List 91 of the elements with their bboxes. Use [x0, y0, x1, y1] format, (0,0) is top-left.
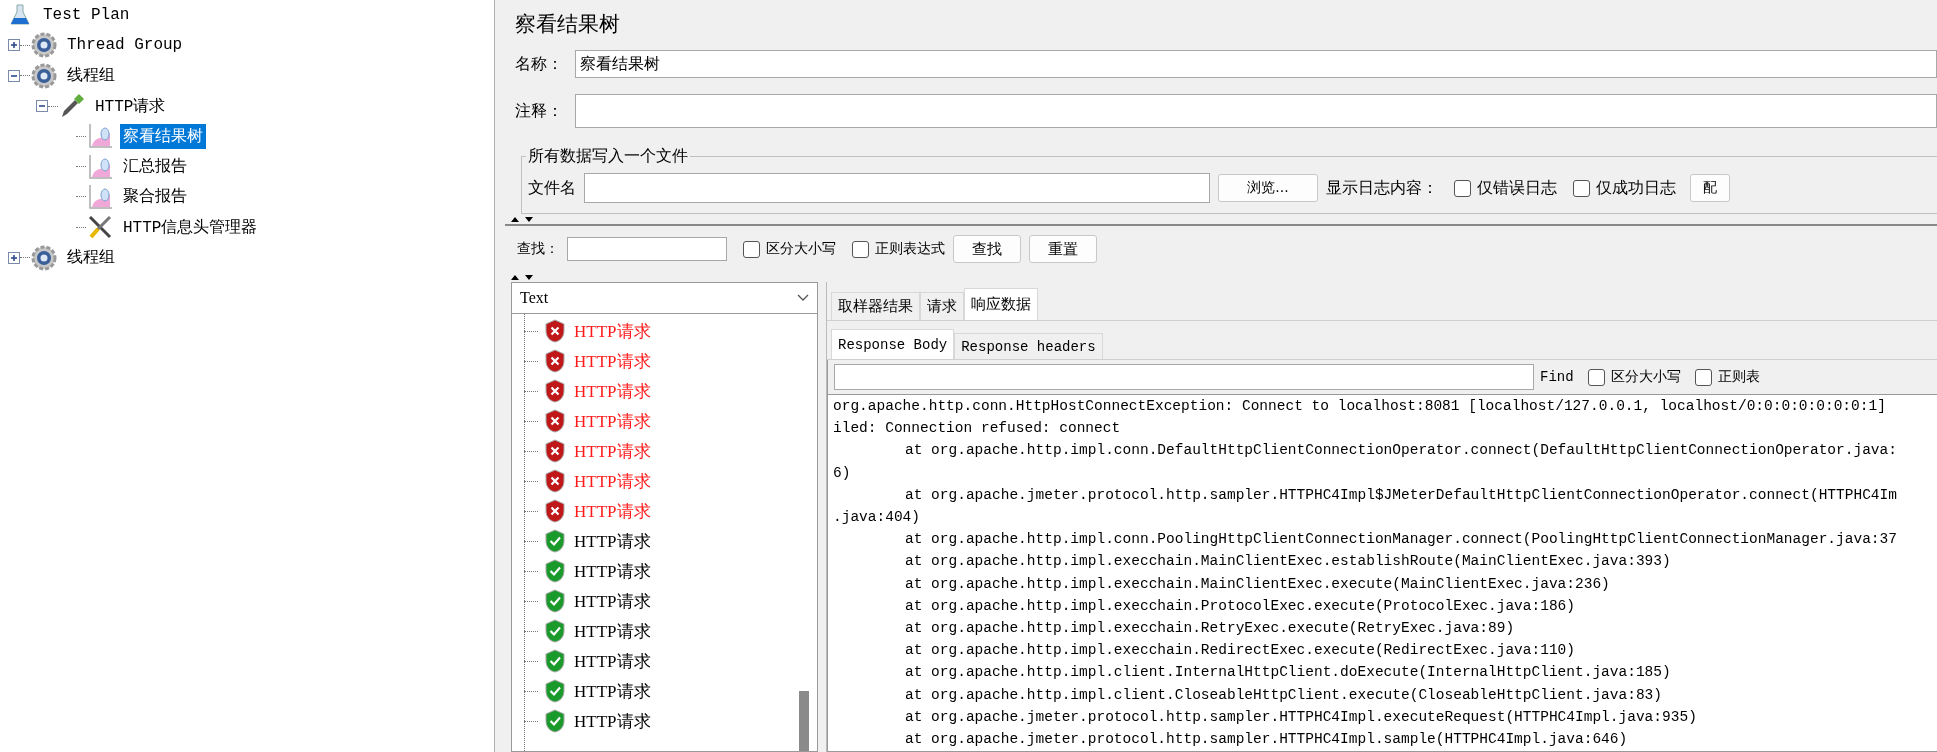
- checkbox-label: 正则表: [1717, 368, 1760, 386]
- splitter-arrows-icon[interactable]: [511, 273, 535, 281]
- result-item[interactable]: HTTP请求: [574, 409, 651, 433]
- config-button[interactable]: 配: [1690, 174, 1730, 202]
- code-line: .java:404): [833, 508, 921, 527]
- tree-item[interactable]: HTTP信息头管理器: [120, 214, 261, 240]
- result-item[interactable]: HTTP请求: [574, 439, 651, 463]
- checkbox-label: 仅错误日志: [1477, 177, 1557, 199]
- result-item[interactable]: HTTP请求: [574, 679, 651, 703]
- renderer-dropdown[interactable]: Text: [512, 283, 817, 314]
- gear-icon: [31, 62, 57, 89]
- search-button[interactable]: 查找: [953, 235, 1021, 263]
- expander-icon[interactable]: [8, 69, 20, 82]
- code-line: at org.apache.jmeter.protocol.http.sampler.HTTPHC4Impl.executeRequest(HTTPHC4Impl.java:935): [904, 707, 1698, 727]
- tree-item[interactable]: 线程组: [64, 245, 118, 270]
- result-item[interactable]: HTTP请求: [574, 319, 651, 343]
- chevron-icon: [797, 294, 809, 302]
- code-line: 6): [833, 463, 852, 483]
- gear-icon: [31, 32, 57, 59]
- splitter-arrows-icon[interactable]: [511, 215, 535, 223]
- gear-icon: [31, 244, 57, 271]
- checkbox[interactable]: [1573, 179, 1590, 197]
- file-name-field[interactable]: [584, 173, 1210, 203]
- tree-item[interactable]: Test Plan: [40, 4, 133, 27]
- browse-button[interactable]: 浏览...: [1218, 174, 1318, 202]
- checkbox[interactable]: [1587, 368, 1605, 386]
- checkbox[interactable]: [852, 240, 869, 258]
- tab[interactable]: Response Body: [831, 329, 955, 359]
- comment-field[interactable]: [575, 94, 1937, 128]
- name-field[interactable]: 察看结果树: [575, 50, 1937, 78]
- code-line: at org.apache.jmeter.protocol.http.sampler.HTTPHC4Impl$JMeterDefaultHttpClientConnectionOperator.connect(HTTPHC4Im: [904, 485, 1898, 505]
- search-field[interactable]: [567, 237, 727, 261]
- tools-icon: [87, 214, 113, 241]
- log-label: 显示日志内容：: [1326, 177, 1438, 199]
- find-label: Find: [1540, 369, 1574, 385]
- checkbox-label: 正则表达式: [875, 240, 945, 258]
- result-item[interactable]: HTTP请求: [574, 589, 651, 613]
- result-item[interactable]: HTTP请求: [574, 529, 651, 553]
- result-item[interactable]: HTTP请求: [574, 619, 651, 643]
- code-line: at org.apache.http.impl.conn.DefaultHttpClientConnectionOperator.connect(DefaultHttpClientConnectionOperator.java:: [904, 441, 1898, 461]
- checkbox[interactable]: [1694, 368, 1712, 386]
- code-line: org.apache.http.conn.HttpHostConnectException: Connect to localhost:8081 [localhost/127.0.0.1, localhost/0:0:0:0:0:0:0:1]: [833, 397, 1887, 416]
- result-item[interactable]: HTTP请求: [574, 469, 651, 493]
- checkbox-label: 区分大小写: [1610, 368, 1681, 386]
- result-item[interactable]: HTTP请求: [574, 349, 651, 373]
- result-item[interactable]: HTTP请求: [574, 709, 651, 733]
- checkbox[interactable]: [743, 240, 760, 258]
- tree-item[interactable]: 察看结果树: [120, 123, 206, 149]
- code-line: at org.apache.http.impl.conn.PoolingHttpClientConnectionManager.connect(PoolingHttpClientConnectionManager.java:37: [904, 530, 1898, 550]
- tree-item[interactable]: 聚合报告: [120, 184, 190, 210]
- code-line: at org.apache.http.impl.execchain.RedirectExec.execute(RedirectExec.java:110): [904, 641, 1576, 661]
- code-line: at org.apache.http.impl.client.InternalHttpClient.doExecute(InternalHttpClient.java:185): [904, 663, 1672, 683]
- chart-icon: [88, 153, 112, 180]
- search-button[interactable]: 重置: [1029, 235, 1097, 263]
- expander-icon[interactable]: [8, 39, 20, 52]
- result-item[interactable]: HTTP请求: [574, 559, 651, 583]
- result-item[interactable]: HTTP请求: [574, 379, 651, 403]
- code-line: at org.apache.jmeter.protocol.http.sampler.HTTPHC4Impl.sample(HTTPHC4Impl.java:646): [904, 730, 1629, 750]
- code-line: at org.apache.http.impl.execchain.MainClientExec.execute(MainClientExec.java:236): [904, 574, 1611, 594]
- name-label: 名称：: [515, 53, 564, 75]
- expander-icon[interactable]: [8, 251, 20, 264]
- tree-item[interactable]: 汇总报告: [120, 154, 190, 180]
- checkbox-label: 仅成功日志: [1596, 177, 1676, 199]
- code-line: at org.apache.http.impl.execchain.ProtocolExec.execute(ProtocolExec.java:186): [904, 596, 1576, 616]
- pipette-icon: [59, 93, 85, 120]
- panel-title: 察看结果树: [514, 11, 621, 38]
- flask-icon: [10, 3, 30, 28]
- comment-label: 注释：: [515, 100, 564, 122]
- code-line: at org.apache.http.impl.execchain.RetryExec.execute(RetryExec.java:89): [904, 619, 1516, 639]
- find-field[interactable]: [834, 364, 1534, 390]
- result-item[interactable]: HTTP请求: [574, 499, 651, 523]
- tree-item[interactable]: HTTP请求: [92, 93, 169, 119]
- tab[interactable]: 请求: [920, 292, 964, 320]
- tab[interactable]: Response headers: [954, 333, 1103, 359]
- tree-item[interactable]: 线程组: [64, 63, 118, 89]
- tab[interactable]: 取样器结果: [831, 292, 920, 320]
- code-line: at org.apache.http.impl.execchain.MainClientExec.establishRoute(MainClientExec.java:393): [904, 552, 1672, 572]
- group-title: 所有数据写入一个文件: [526, 146, 690, 167]
- code-line: iled: Connection refused: connect: [833, 419, 1122, 439]
- chart-icon: [88, 183, 112, 210]
- result-item[interactable]: HTTP请求: [574, 649, 651, 673]
- expander-icon[interactable]: [36, 100, 48, 113]
- checkbox[interactable]: [1454, 179, 1471, 197]
- scrollbar-thumb[interactable]: [799, 691, 809, 751]
- search-label: 查找：: [517, 240, 559, 258]
- file-name-label: 文件名: [528, 177, 576, 199]
- tab[interactable]: 响应数据: [964, 288, 1038, 320]
- chart-icon: [88, 123, 112, 150]
- checkbox-label: 区分大小写: [766, 240, 836, 258]
- code-line: at org.apache.http.impl.client.CloseableHttpClient.execute(CloseableHttpClient.java:83): [904, 685, 1664, 705]
- tree-item[interactable]: Thread Group: [64, 34, 186, 57]
